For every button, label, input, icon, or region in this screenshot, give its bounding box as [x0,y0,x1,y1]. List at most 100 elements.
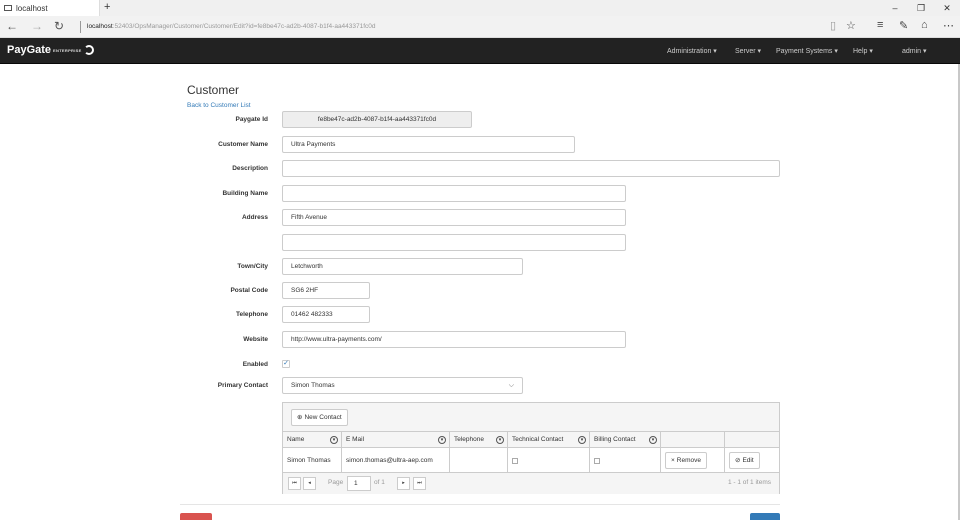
column-telephone-label: Telephone [454,436,484,443]
app-navbar: PayGate ENTERPRISE Administration ▾ Serv… [0,38,960,64]
customer-name-input[interactable]: Ultra Payments [282,136,575,153]
building-name-label: Building Name [222,190,268,197]
billing-contact-checkbox[interactable] [594,458,600,464]
back-arrow-icon[interactable]: ← [6,19,18,33]
browser-titlebar: localhost + – ❐ ✕ [0,0,960,16]
postal-code-input[interactable]: SG6 2HF [282,282,370,299]
primary-contact-value: Simon Thomas [291,382,335,389]
new-tab-button[interactable]: + [104,1,110,13]
web-note-icon[interactable]: ✎ [899,19,908,32]
column-header-technical-contact[interactable]: Technical Contact ▾ [508,432,590,448]
grid-toolbar: ⊕ New Contact [283,403,779,432]
paygate-id-label: Paygate Id [235,116,268,123]
page-title: Customer [187,83,240,97]
close-window-button[interactable]: ✕ [934,0,960,16]
postal-code-label: Postal Code [230,287,268,294]
url-field[interactable]: localhost:52403/OpsManager/Customer/Cust… [80,21,376,33]
new-contact-label: New Contact [304,414,342,421]
telephone-input[interactable]: 01462 482333 [282,306,370,323]
primary-contact-select[interactable]: Simon Thomas ⌵ [282,377,523,394]
last-page-icon[interactable]: ⏭ [413,477,426,490]
cell-billing-contact [590,448,661,473]
filter-icon[interactable]: ▾ [649,436,657,444]
enabled-label: Enabled [242,361,268,368]
address-line2-input[interactable] [282,234,626,251]
first-page-icon[interactable]: ⏮ [288,477,301,490]
menu-admin[interactable]: admin ▾ [902,47,927,55]
reading-view-icon[interactable]: ▯ [830,19,836,32]
edit-label: Edit [742,457,754,464]
menu-payment-systems[interactable]: Payment Systems ▾ [776,47,838,55]
edit-button[interactable]: ⊘ Edit [729,452,760,469]
filter-icon[interactable]: ▾ [496,436,504,444]
edit-icon: ⊘ [735,457,741,464]
town-city-label: Town/City [237,263,268,270]
paygate-id-field: fe8be47c-ad2b-4087-b1f4-aa443371fc0d [282,111,472,128]
page-of-label: of 1 [374,479,385,486]
maximize-button[interactable]: ❐ [908,0,934,16]
menu-administration[interactable]: Administration ▾ [667,47,717,55]
hub-icon[interactable]: ≡ [877,19,883,31]
column-header-telephone[interactable]: Telephone ▾ [450,432,508,448]
close-icon: × [671,457,675,464]
cell-remove: × Remove [661,448,725,473]
forward-arrow-icon[interactable]: → [31,19,43,33]
address-label: Address [241,214,268,221]
description-input[interactable] [282,160,780,177]
favorite-star-icon[interactable]: ☆ [846,19,856,32]
page-label: Page [328,479,344,486]
column-header-billing-contact[interactable]: Billing Contact ▾ [590,432,661,448]
table-row[interactable]: Simon Thomas simon.thomas@ultra-aep.com … [283,448,779,473]
footer-divider [180,504,780,505]
column-header-remove [661,432,725,448]
back-to-customer-list-link[interactable]: Back to Customer List [187,102,251,109]
building-name-input[interactable] [282,185,626,202]
filter-icon[interactable]: ▾ [438,436,446,444]
customer-name-label: Customer Name [218,141,268,148]
column-email-label: E Mail [346,436,365,443]
save-button[interactable] [750,513,780,520]
filter-icon[interactable]: ▾ [330,436,338,444]
column-technical-label: Technical Contact [512,436,564,443]
next-page-icon[interactable]: ▸ [397,477,410,490]
share-icon[interactable]: ⌂ [921,19,928,31]
menu-server[interactable]: Server ▾ [735,47,761,55]
column-name-label: Name [287,436,305,443]
cell-technical-contact [508,448,590,473]
telephone-label: Telephone [235,311,268,318]
menu-help[interactable]: Help ▾ [853,47,873,55]
grid-header: Name ▾ E Mail ▾ Telephone ▾ Technical Conta… [283,432,779,448]
tab-title: localhost [16,3,48,13]
column-header-email[interactable]: E Mail ▾ [342,432,450,448]
new-contact-button[interactable]: ⊕ New Contact [291,409,348,426]
plus-circle-icon: ⊕ [297,414,303,421]
website-input[interactable]: http://www.ultra-payments.com/ [282,331,626,348]
tab-page-icon [4,5,12,11]
column-header-name[interactable]: Name ▾ [283,432,342,448]
refresh-icon[interactable]: ↻ [54,19,64,33]
remove-label: Remove [676,457,702,464]
nav-menu: Administration ▾ Server ▾ Payment System… [0,38,960,64]
remove-button[interactable]: × Remove [665,452,708,469]
chevron-down-icon: ⌵ [508,382,514,389]
website-label: Website [243,336,268,343]
town-city-input[interactable]: Letchworth [282,258,523,275]
page-number-input[interactable]: 1 [347,476,371,491]
cell-name: Simon Thomas [283,448,342,473]
minimize-button[interactable]: – [882,0,908,16]
contacts-grid: ⊕ New Contact Name ▾ E Mail ▾ Telephone ▾ T… [282,402,780,494]
pager-summary: 1 - 1 of 1 items [728,479,771,486]
grid-pager: ⏮ ◂ Page 1 of 1 ▸ ⏭ 1 - 1 of 1 items [283,473,779,494]
url-host: localhost [87,23,113,30]
enabled-checkbox[interactable]: ✓ [282,360,290,368]
more-icon[interactable]: ⋯ [943,19,954,32]
address-line1-input[interactable]: Fifth Avenue [282,209,626,226]
previous-page-icon[interactable]: ◂ [303,477,316,490]
description-label: Description [232,165,268,172]
filter-icon[interactable]: ▾ [578,436,586,444]
url-path: :52403/OpsManager/Customer/Customer/Edit… [112,23,376,30]
technical-contact-checkbox[interactable] [512,458,518,464]
delete-button[interactable] [180,513,212,520]
cell-edit: ⊘ Edit [725,448,779,473]
browser-tab[interactable]: localhost [0,0,100,16]
